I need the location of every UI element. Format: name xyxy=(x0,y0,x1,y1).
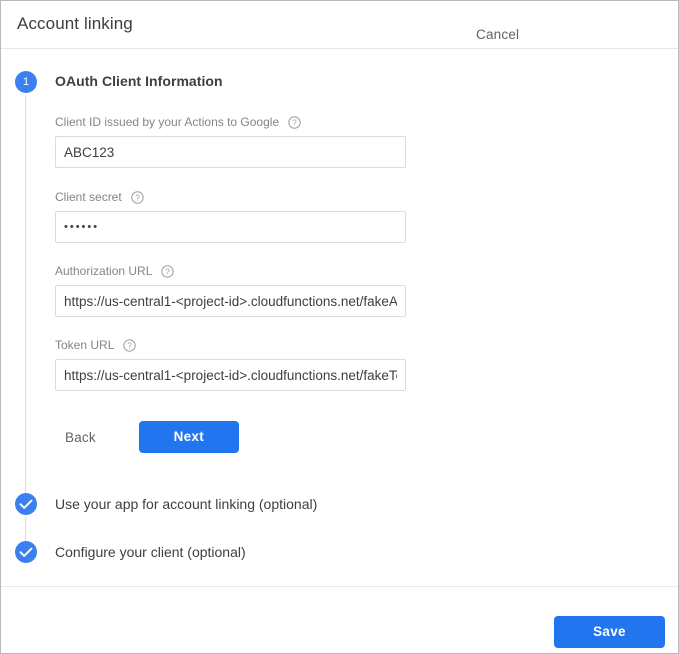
authorization-url-label-text: Authorization URL xyxy=(55,264,153,278)
svg-text:?: ? xyxy=(135,193,140,202)
field-client-id: Client ID issued by your Actions to Goog… xyxy=(55,115,406,168)
step-3-heading[interactable]: Configure your client (optional) xyxy=(55,544,246,560)
field-authorization-url: Authorization URL ? xyxy=(55,264,406,317)
step-1-actions: Back Next xyxy=(55,421,239,453)
back-button[interactable]: Back xyxy=(55,422,106,453)
help-circle-icon[interactable]: ? xyxy=(161,264,175,278)
client-id-label-text: Client ID issued by your Actions to Goog… xyxy=(55,115,280,129)
step-1-heading: OAuth Client Information xyxy=(55,73,223,89)
token-url-input[interactable] xyxy=(55,359,406,391)
client-id-input[interactable] xyxy=(55,136,406,168)
token-url-label: Token URL ? xyxy=(55,338,406,352)
cancel-button[interactable]: Cancel xyxy=(464,20,531,49)
step-2-marker[interactable] xyxy=(15,493,37,515)
client-id-label: Client ID issued by your Actions to Goog… xyxy=(55,115,406,129)
step-1-marker[interactable]: 1 xyxy=(15,71,37,93)
authorization-url-input[interactable] xyxy=(55,285,406,317)
help-circle-icon[interactable]: ? xyxy=(123,338,137,352)
stepper: 1 OAuth Client Information Client ID iss… xyxy=(1,49,678,586)
authorization-url-label: Authorization URL ? xyxy=(55,264,406,278)
svg-text:?: ? xyxy=(128,341,133,350)
next-button[interactable]: Next xyxy=(138,421,239,453)
step-3-marker[interactable] xyxy=(15,541,37,563)
check-icon xyxy=(19,499,33,509)
client-secret-label: Client secret ? xyxy=(55,190,406,204)
client-secret-label-text: Client secret xyxy=(55,190,122,204)
help-circle-icon[interactable]: ? xyxy=(131,190,144,204)
account-linking-dialog: Account linking 1 OAuth Client Informati… xyxy=(0,0,679,654)
dialog-header: Account linking xyxy=(1,1,678,49)
stepper-connector-line-lower xyxy=(25,517,26,541)
token-url-label-text: Token URL xyxy=(55,338,115,352)
save-button[interactable]: Save xyxy=(554,616,665,648)
check-icon xyxy=(19,547,33,557)
step-2-heading[interactable]: Use your app for account linking (option… xyxy=(55,496,317,512)
client-secret-input[interactable]: •••••• xyxy=(55,211,406,243)
page-title: Account linking xyxy=(17,14,133,33)
field-client-secret: Client secret ? •••••• xyxy=(55,190,406,243)
field-token-url: Token URL ? xyxy=(55,338,406,391)
svg-text:?: ? xyxy=(166,267,171,276)
stepper-connector-line xyxy=(25,95,26,493)
help-circle-icon[interactable]: ? xyxy=(288,115,301,129)
svg-text:?: ? xyxy=(292,118,297,127)
